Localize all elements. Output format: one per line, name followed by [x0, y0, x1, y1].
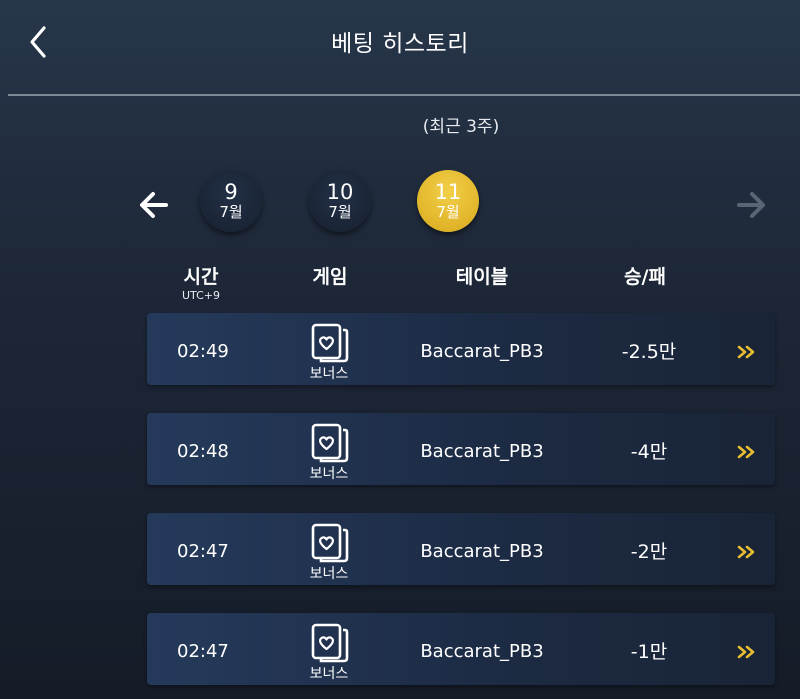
- column-header-result: 승/패: [624, 266, 666, 288]
- arrow-left-icon: [140, 192, 168, 218]
- history-row[interactable]: 02:49 보너스 Baccarat_PB3 -2.5만: [147, 313, 775, 385]
- date-month: 7월: [219, 203, 243, 221]
- row-game: 보너스: [309, 366, 349, 382]
- row-table: Baccarat_PB3: [420, 341, 544, 362]
- history-row[interactable]: 02:47 보너스 Baccarat_PB3 -2만: [147, 513, 775, 585]
- row-game: 보너스: [309, 566, 349, 582]
- row-result: -2만: [630, 541, 668, 563]
- date-day: 9: [224, 180, 238, 204]
- date-month: 7월: [328, 203, 352, 221]
- date-day: 11: [434, 180, 462, 204]
- header: 베팅 히스토리: [0, 0, 800, 95]
- double-chevron-right-icon[interactable]: [737, 345, 757, 359]
- double-chevron-right-icon[interactable]: [737, 445, 757, 459]
- next-date-button[interactable]: [734, 188, 768, 222]
- double-chevron-right-icon[interactable]: [737, 645, 757, 659]
- card-heart-icon: [311, 623, 349, 663]
- row-game: 보너스: [309, 466, 349, 482]
- date-button-9[interactable]: 9 7월: [200, 170, 262, 232]
- history-row[interactable]: 02:48 보너스 Baccarat_PB3 -4만: [147, 413, 775, 485]
- row-time: 02:48: [177, 441, 229, 462]
- page-title: 베팅 히스토리: [331, 31, 469, 57]
- period-subtitle: (최근 3주): [422, 117, 500, 137]
- date-button-10[interactable]: 10 7월: [309, 170, 371, 232]
- row-game: 보너스: [309, 666, 349, 682]
- column-header-time: 시간 UTC+9: [160, 262, 242, 301]
- row-time: 02:49: [177, 341, 229, 362]
- column-header-table: 테이블: [455, 266, 509, 288]
- column-timezone-label: UTC+9: [181, 289, 221, 302]
- date-button-11-selected[interactable]: 11 7월: [417, 170, 479, 232]
- date-day: 10: [326, 180, 354, 204]
- card-heart-icon: [311, 423, 349, 463]
- row-table: Baccarat_PB3: [420, 441, 544, 462]
- date-month: 7월: [436, 203, 460, 221]
- row-table: Baccarat_PB3: [420, 641, 544, 662]
- row-result: -2.5만: [621, 341, 677, 363]
- double-chevron-right-icon[interactable]: [737, 545, 757, 559]
- column-time-label: 시간: [183, 266, 219, 288]
- row-result: -4만: [630, 441, 668, 463]
- arrow-right-icon: [737, 192, 765, 218]
- row-time: 02:47: [177, 641, 229, 662]
- history-row[interactable]: 02:47 보너스 Baccarat_PB3 -1만: [147, 613, 775, 685]
- card-heart-icon: [311, 523, 349, 563]
- row-time: 02:47: [177, 541, 229, 562]
- row-result: -1만: [630, 641, 668, 663]
- card-heart-icon: [311, 323, 349, 363]
- row-table: Baccarat_PB3: [420, 541, 544, 562]
- header-divider: [8, 94, 800, 96]
- prev-date-button[interactable]: [137, 188, 171, 222]
- column-header-game: 게임: [312, 266, 348, 288]
